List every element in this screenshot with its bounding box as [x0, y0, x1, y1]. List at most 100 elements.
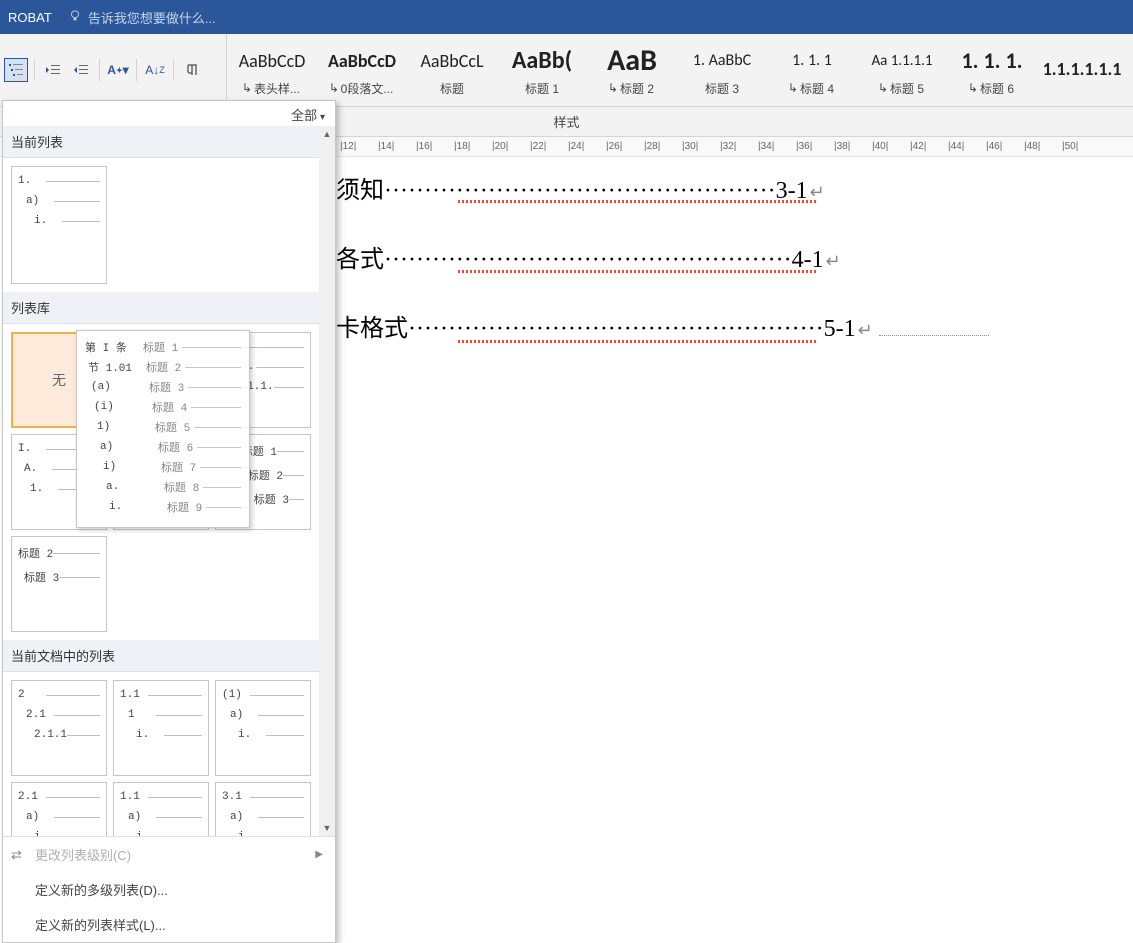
- thumb-row: i.: [222, 729, 304, 741]
- sort-button[interactable]: A↓Z: [143, 58, 167, 82]
- style-item-6[interactable]: 1. 1. 1 ↲标题 4: [767, 36, 857, 104]
- tooltip-level-row: i)标题 7: [85, 459, 241, 475]
- style-item-7[interactable]: Aa 1.1.1.1↲标题 5: [857, 36, 947, 104]
- tooltip-level-row: a.标题 8: [85, 479, 241, 495]
- thumb-row: 1.1: [120, 791, 202, 803]
- paragraph-mark-icon: ↲: [880, 81, 888, 95]
- doc-list-thumb-4[interactable]: 1.1a)i.: [113, 782, 209, 836]
- dropdown-scrollbar[interactable]: ▲ ▼: [319, 126, 335, 836]
- style-preview: 1. 1. 1: [792, 44, 832, 78]
- scroll-down-button[interactable]: ▼: [319, 820, 335, 836]
- style-preview: AaBbCcD: [239, 44, 306, 78]
- dropdown-menu: ⇄ 更改列表级别(C) ▶ 定义新的多级列表(D)... 定义新的列表样式(L)…: [3, 836, 335, 942]
- paragraph-group: A✦▾ A↓Z: [0, 34, 227, 106]
- current-list-grid: 1.a)i.: [3, 158, 335, 292]
- tooltip-level-row: (i)标题 4: [85, 399, 241, 415]
- style-label: ↲表头样...: [244, 80, 300, 97]
- ruler-mark: |36|: [796, 141, 812, 152]
- style-item-9[interactable]: 1.1.1.1.1.1: [1037, 36, 1127, 104]
- doc-list-thumb-5[interactable]: 3.1 a) i.: [215, 782, 311, 836]
- submenu-arrow-icon: ▶: [315, 849, 323, 860]
- list-library-thumb-5[interactable]: 标题 2标题 3: [11, 536, 107, 632]
- ruler-mark: |50|: [1062, 141, 1078, 152]
- document-body[interactable]: 须知 ·····································…: [336, 170, 1133, 377]
- list-preview-tooltip: 第 I 条标题 1节 1.01标题 2(a)标题 3(i)标题 41)标题 5a…: [76, 330, 250, 528]
- ribbon: A✦▾ A↓Z AaBbCcD↲表头样...AaBbCcD↲0段落文...AaB…: [0, 34, 1133, 107]
- thumb-row: a): [222, 709, 304, 721]
- increase-indent-button[interactable]: [69, 58, 93, 82]
- style-item-2[interactable]: AaBbCcL标题: [407, 36, 497, 104]
- ruler-mark: |28|: [644, 141, 660, 152]
- filter-all-button[interactable]: 全部: [3, 101, 335, 126]
- doc-list-thumb-1[interactable]: 1.1 1 i.: [113, 680, 209, 776]
- doc-list-thumb-0[interactable]: 22.12.1.1: [11, 680, 107, 776]
- toc-line[interactable]: 各式 ·····································…: [336, 239, 1133, 274]
- show-hide-marks-button[interactable]: [180, 58, 204, 82]
- define-multilevel-list-item[interactable]: 定义新的多级列表(D)...: [3, 872, 335, 907]
- doc-lists-grid: 22.12.1.11.11i.(1)a)i.2.1a)i.1.1a)i.3.1a…: [3, 672, 335, 836]
- ruler-mark: |20|: [492, 141, 508, 152]
- toc-entry-text: 须知: [336, 170, 384, 205]
- style-item-1[interactable]: AaBbCcD ↲0段落文...: [317, 36, 407, 104]
- insertion-point: [879, 324, 989, 336]
- style-item-4[interactable]: AaB↲标题 2: [587, 36, 677, 104]
- separator: [34, 59, 35, 81]
- toc-leader: ········································…: [408, 316, 824, 343]
- indent-icon: ⇄: [11, 847, 22, 863]
- tell-me-search[interactable]: 告诉我您想要做什么...: [68, 8, 216, 27]
- style-item-5[interactable]: 1. AaBbC标题 3: [677, 36, 767, 104]
- style-preview: AaBb(: [512, 44, 572, 78]
- tooltip-level-row: a)标题 6: [85, 439, 241, 455]
- toc-line[interactable]: 卡格式 ····································…: [336, 308, 1133, 343]
- ruler-mark: |14|: [378, 141, 394, 152]
- style-preview: AaBbCcD: [328, 44, 396, 78]
- styles-gallery: AaBbCcD↲表头样...AaBbCcD↲0段落文...AaBbCcL标题Aa…: [227, 34, 1133, 106]
- ruler-mark: |18|: [454, 141, 470, 152]
- style-preview: 1.1.1.1.1.1: [1043, 52, 1122, 86]
- style-item-8[interactable]: 1. 1. 1. ↲标题 6: [947, 36, 1037, 104]
- style-item-0[interactable]: AaBbCcD ↲表头样...: [227, 36, 317, 104]
- ruler-mark: |16|: [416, 141, 432, 152]
- style-label: ↲标题 6: [970, 80, 1014, 97]
- style-label: ↲0段落文...: [331, 80, 394, 97]
- thumb-row: 2: [18, 689, 100, 701]
- text-effects-button[interactable]: A✦▾: [106, 58, 130, 82]
- ruler-mark: |34|: [758, 141, 774, 152]
- ribbon-tab-acrobat[interactable]: ROBAT: [8, 10, 52, 25]
- style-item-3[interactable]: AaBb(标题 1: [497, 36, 587, 104]
- paragraph-mark-icon: ↲: [790, 81, 798, 95]
- thumb-row: 1: [120, 709, 202, 721]
- style-label: ↲标题 4: [790, 80, 834, 97]
- doc-list-thumb-2[interactable]: (1)a)i.: [215, 680, 311, 776]
- ruler-mark: |48|: [1024, 141, 1040, 152]
- ruler-mark: |32|: [720, 141, 736, 152]
- decrease-indent-button[interactable]: [41, 58, 65, 82]
- thumb-row: i.: [222, 831, 304, 836]
- tooltip-level-row: i.标题 9: [85, 499, 241, 515]
- thumb-row: 2.1.1: [18, 729, 100, 741]
- title-bar: ROBAT 告诉我您想要做什么...: [0, 0, 1133, 34]
- define-list-style-item[interactable]: 定义新的列表样式(L)...: [3, 907, 335, 942]
- tooltip-level-row: 第 I 条标题 1: [85, 339, 241, 355]
- thumb-row: a): [222, 811, 304, 823]
- multilevel-list-button[interactable]: [4, 58, 28, 82]
- section-doc-lists-header: 当前文档中的列表: [3, 640, 335, 672]
- scroll-up-button[interactable]: ▲: [319, 126, 335, 142]
- thumb-row: a): [120, 811, 202, 823]
- style-preview: 1. 1. 1.: [961, 44, 1022, 78]
- thumb-row: 3.1: [222, 791, 304, 803]
- doc-list-thumb-3[interactable]: 2.1a)i.: [11, 782, 107, 836]
- thumb-row: i.: [18, 215, 100, 227]
- current-list-thumb[interactable]: 1.a)i.: [11, 166, 107, 284]
- thumb-row: 1.1: [120, 689, 202, 701]
- style-label: 标题 3: [705, 80, 739, 97]
- thumb-row: 标题 3: [18, 569, 100, 585]
- section-current-list-header: 当前列表: [3, 126, 335, 158]
- thumb-row: i.: [18, 831, 100, 836]
- paragraph-mark-icon: ↲: [610, 81, 618, 95]
- ruler-mark: |44|: [948, 141, 964, 152]
- tooltip-level-row: (a)标题 3: [85, 379, 241, 395]
- thumb-row: i.: [120, 729, 202, 741]
- style-preview: AaBbCcL: [420, 44, 483, 78]
- ruler-mark: |46|: [986, 141, 1002, 152]
